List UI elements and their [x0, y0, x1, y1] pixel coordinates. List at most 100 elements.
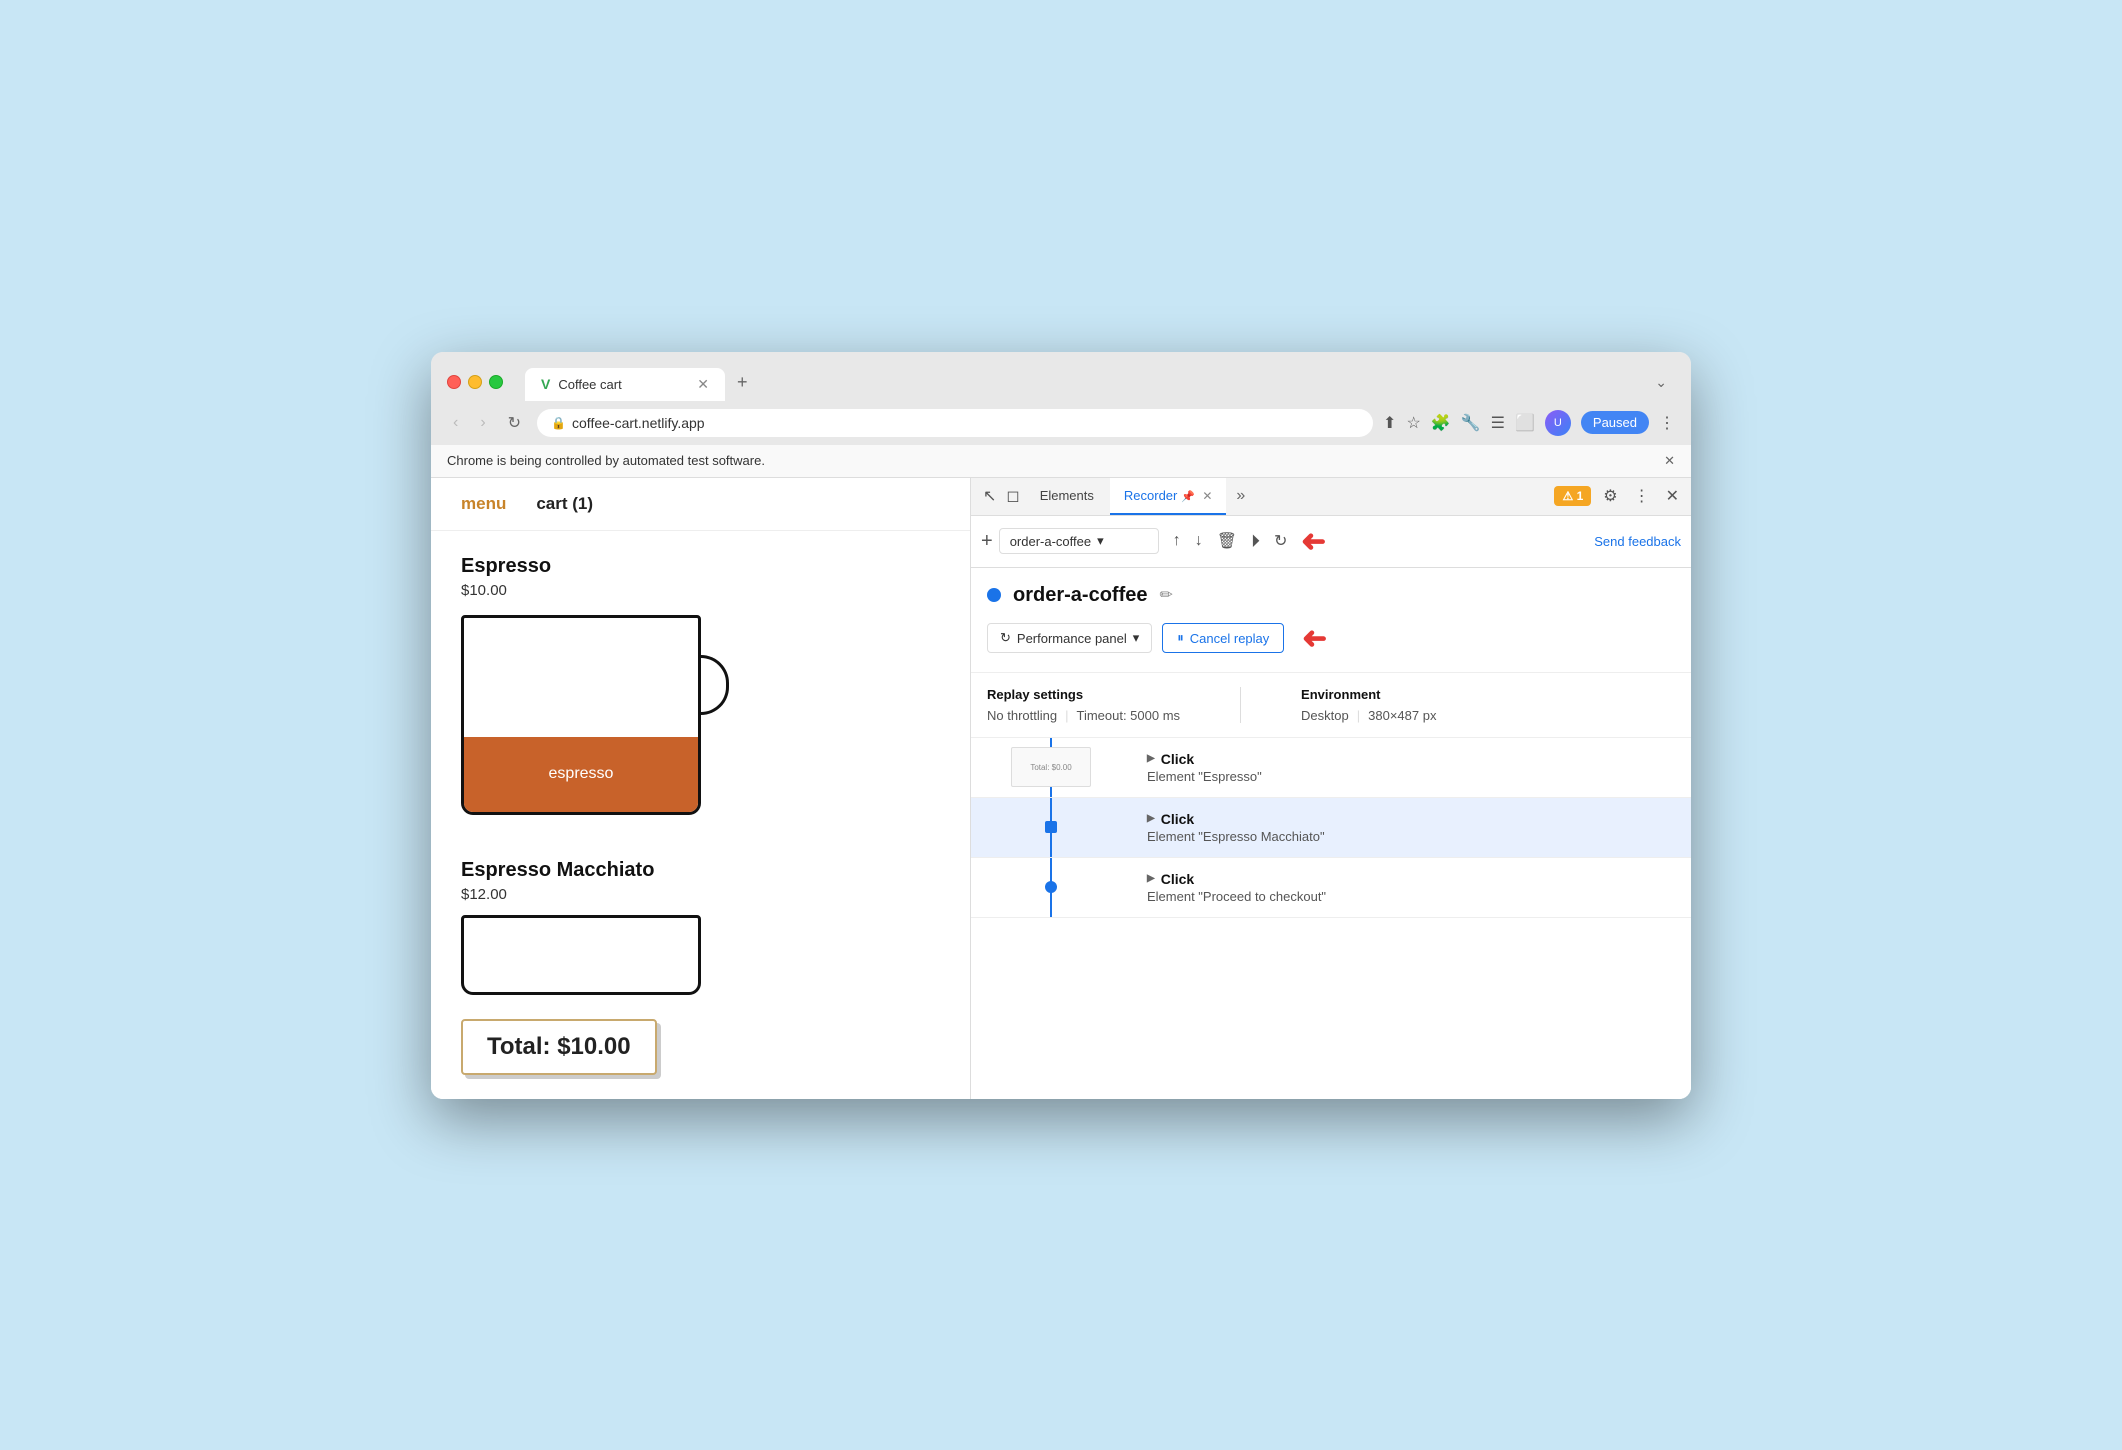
send-feedback-link[interactable]: Send feedback	[1594, 534, 1681, 549]
reader-icon[interactable]: ☰	[1491, 413, 1505, 433]
timeline-action-label-2: ▶ Click	[1147, 811, 1675, 827]
back-button[interactable]: ‹	[447, 412, 464, 434]
expand-icon: ▶	[1147, 753, 1155, 764]
replay-settings: Replay settings No throttling | Timeout:…	[971, 672, 1691, 737]
close-traffic-light[interactable]	[447, 375, 461, 389]
timeline-item-content-2[interactable]: ▶ Click Element "Espresso Macchiato"	[1131, 798, 1691, 857]
espresso-title: Espresso	[461, 555, 940, 578]
env-divider: |	[1357, 708, 1360, 723]
reload-button[interactable]: ↻	[502, 411, 527, 435]
espresso-cup: espresso	[461, 615, 701, 815]
tab-recorder[interactable]: Recorder 📌 ✕	[1110, 478, 1226, 515]
more-tabs-button[interactable]: »	[1228, 487, 1253, 505]
total-badge: Total: $10.00	[461, 1019, 657, 1075]
maximize-traffic-light[interactable]	[489, 375, 503, 389]
url-bar[interactable]: 🔒 coffee-cart.netlify.app	[537, 409, 1373, 437]
webpage-nav: menu cart (1)	[431, 478, 970, 531]
timeline-target-label: Element "Espresso"	[1147, 769, 1675, 784]
tab-elements[interactable]: Elements	[1026, 478, 1108, 515]
devtools-panel: ↖ ◻ Elements Recorder 📌 ✕ » ⚠ 1 ⚙	[971, 478, 1691, 1099]
delete-button[interactable]: 🗑	[1213, 527, 1241, 555]
timeline-screenshot: Total: $0.00	[1011, 747, 1091, 787]
devtools-actions: ⚠ 1 ⚙ ⋮ ✕	[1554, 482, 1683, 510]
browser-tab[interactable]: V Coffee cart ✕	[525, 368, 725, 401]
settings-button[interactable]: ⚙	[1599, 482, 1621, 510]
recorder-tab-label: Recorder	[1124, 488, 1177, 503]
throttling-value: No throttling	[987, 708, 1057, 723]
recording-status-dot	[987, 588, 1001, 602]
expand-tabs-button[interactable]: ⌄	[1647, 366, 1675, 399]
expand-icon-2: ▶	[1147, 813, 1155, 824]
extensions-icon[interactable]: 🧩	[1431, 413, 1451, 433]
share-icon[interactable]: ⬆	[1383, 413, 1396, 433]
main-area: menu cart (1) Espresso $10.00 espresso E…	[431, 478, 1691, 1099]
close-devtools-button[interactable]: ✕	[1662, 482, 1683, 510]
nav-menu-link[interactable]: menu	[461, 494, 506, 514]
elements-tab-label: Elements	[1040, 488, 1094, 503]
url-text: coffee-cart.netlify.app	[572, 415, 705, 431]
automation-banner-close[interactable]: ✕	[1664, 453, 1675, 469]
nav-cart-link[interactable]: cart (1)	[536, 494, 593, 514]
splitscreen-icon[interactable]: ⬜	[1515, 413, 1535, 433]
timeline-item-content[interactable]: ▶ Click Element "Espresso"	[1131, 738, 1691, 797]
add-recording-button[interactable]: +	[981, 530, 993, 553]
recording-header: order-a-coffee ✏	[971, 568, 1691, 615]
settings-left-label: Replay settings	[987, 687, 1180, 702]
automation-banner: Chrome is being controlled by automated …	[431, 445, 1691, 478]
tab-close-button[interactable]: ✕	[697, 376, 709, 393]
recording-name-text: order-a-coffee	[1010, 534, 1091, 549]
expand-icon-3: ▶	[1147, 873, 1155, 884]
issues-badge[interactable]: ⚠ 1	[1554, 486, 1591, 506]
macchiato-cup	[461, 915, 701, 995]
cancel-replay-label: Cancel replay	[1190, 631, 1270, 646]
export-button[interactable]: ↑	[1169, 528, 1185, 554]
recorder-pin-icon: 📌	[1181, 491, 1195, 503]
devtools-icon[interactable]: 🔧	[1461, 413, 1481, 433]
browser-window: V Coffee cart ✕ + ⌄ ‹ › ↻ 🔒 coffee-cart.…	[431, 352, 1691, 1099]
traffic-lights	[447, 375, 503, 389]
recording-name-select[interactable]: order-a-coffee ▾	[999, 528, 1159, 554]
viewport-value: 380×487 px	[1368, 708, 1436, 723]
performance-panel-button[interactable]: ↻ Performance panel ▾	[987, 623, 1152, 653]
profile-avatar[interactable]: U	[1545, 410, 1571, 436]
devtools-tab-bar: ↖ ◻ Elements Recorder 📌 ✕ » ⚠ 1 ⚙	[971, 478, 1691, 516]
new-tab-button[interactable]: +	[725, 364, 760, 401]
timeout-value: Timeout: 5000 ms	[1076, 708, 1180, 723]
import-button[interactable]: ↓	[1191, 528, 1207, 554]
bookmark-icon[interactable]: ☆	[1406, 413, 1420, 433]
replay-settings-button[interactable]: ↻	[1270, 527, 1291, 555]
performance-panel-row: ↻ Performance panel ▾ ⏸ Cancel replay ➜	[971, 615, 1691, 672]
timeline-item-3: ▶ Click Element "Proceed to checkout"	[971, 858, 1691, 918]
timeline-action-label: ▶ Click	[1147, 751, 1675, 767]
issues-count: 1	[1577, 489, 1584, 503]
edit-title-icon[interactable]: ✏	[1159, 585, 1172, 605]
forward-button[interactable]: ›	[474, 412, 491, 434]
cup-liquid: espresso	[464, 737, 698, 812]
settings-right-label: Environment	[1301, 687, 1436, 702]
minimize-traffic-light[interactable]	[468, 375, 482, 389]
timeline-dot-3	[1045, 881, 1057, 893]
cancel-replay-button[interactable]: ⏸ Cancel replay	[1162, 623, 1284, 653]
tab-title: Coffee cart	[558, 377, 621, 392]
total-badge-wrapper: Total: $10.00	[461, 1019, 940, 1075]
environment-value: Desktop	[1301, 708, 1349, 723]
devtools-cursor-icon[interactable]: ↖	[979, 482, 1000, 510]
recording-title: order-a-coffee	[1013, 584, 1147, 607]
recorder-tab-close[interactable]: ✕	[1202, 489, 1212, 503]
more-options-button[interactable]: ⋮	[1630, 482, 1654, 510]
timeline-item-left-2: ➜	[971, 798, 1131, 857]
timeline-item-content-3[interactable]: ▶ Click Element "Proceed to checkout"	[1131, 858, 1691, 917]
chrome-menu-icon[interactable]: ⋮	[1659, 413, 1675, 433]
webpage-panel: menu cart (1) Espresso $10.00 espresso E…	[431, 478, 971, 1099]
automation-banner-text: Chrome is being controlled by automated …	[447, 453, 765, 468]
red-arrow-toolbar: ➜	[1301, 524, 1326, 559]
perf-panel-label: Performance panel	[1017, 631, 1127, 646]
timeline-active-dot	[1045, 821, 1057, 833]
settings-left: Replay settings No throttling | Timeout:…	[987, 687, 1180, 723]
play-button[interactable]: ⏵	[1247, 527, 1264, 556]
devtools-inspect-icon[interactable]: ◻	[1002, 482, 1023, 510]
timeline-item-left: Total: $0.00	[971, 738, 1131, 797]
timeline-target-label-3: Element "Proceed to checkout"	[1147, 889, 1675, 904]
settings-divider: |	[1065, 708, 1068, 723]
title-bar: V Coffee cart ✕ + ⌄	[431, 352, 1691, 401]
